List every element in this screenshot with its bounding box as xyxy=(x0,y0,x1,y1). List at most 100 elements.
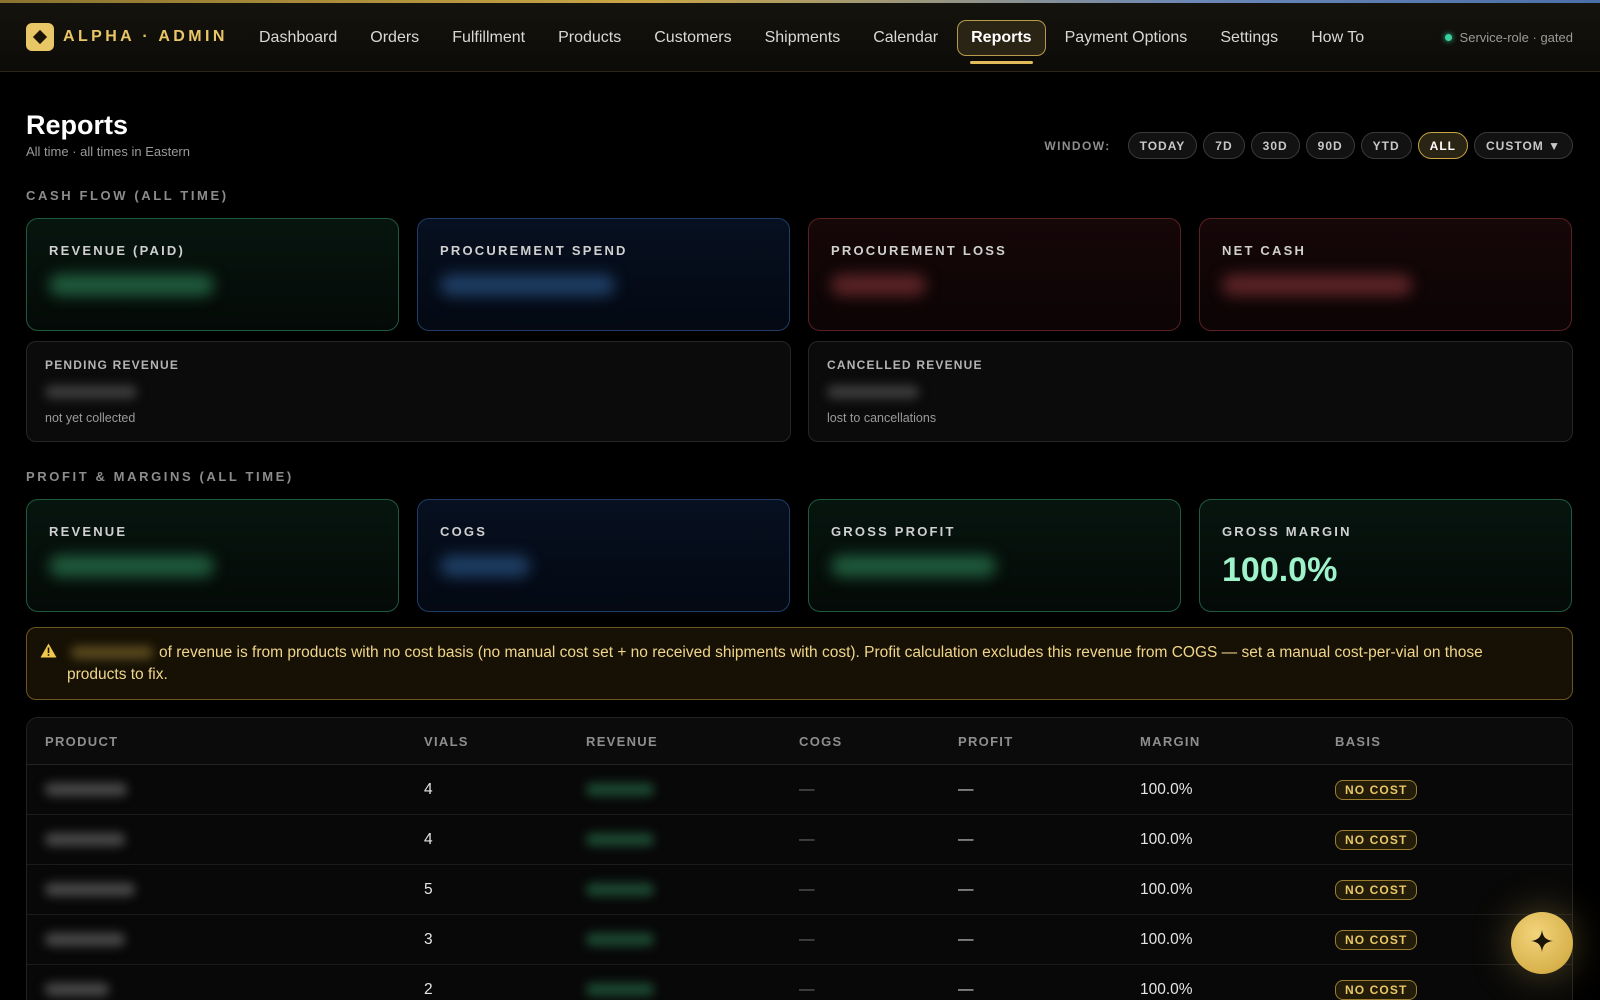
header-margin[interactable]: MARGIN xyxy=(1140,734,1335,749)
warning-icon xyxy=(40,643,57,665)
redacted-value xyxy=(586,833,654,846)
nav-dashboard[interactable]: Dashboard xyxy=(245,20,351,56)
nav-customers[interactable]: Customers xyxy=(640,20,745,56)
assistant-button[interactable] xyxy=(1511,912,1573,974)
cogs-cell: — xyxy=(799,930,815,948)
product-name xyxy=(27,933,424,946)
revenue-cell xyxy=(586,933,799,946)
cancelled-revenue-note: lost to cancellations xyxy=(827,411,937,425)
table-header: PRODUCT VIALS REVENUE COGS PROFIT MARGIN… xyxy=(27,718,1572,765)
redacted-value xyxy=(1222,274,1412,296)
header-product[interactable]: PRODUCT xyxy=(27,734,424,749)
redacted-value xyxy=(440,274,615,296)
margin-cell: 100.0% xyxy=(1140,880,1193,898)
card-cogs: COGS xyxy=(417,499,790,612)
header-basis[interactable]: BASIS xyxy=(1335,734,1572,749)
revenue-cell xyxy=(586,783,799,796)
window-today[interactable]: TODAY xyxy=(1127,132,1198,159)
no-cost-badge: NO COST xyxy=(1335,929,1418,950)
no-cost-badge: NO COST xyxy=(1335,979,1418,1000)
page-subtitle: All time · all times in Eastern xyxy=(26,144,190,159)
revenue-cell xyxy=(586,983,799,996)
brand[interactable]: ALPHA · ADMIN xyxy=(26,23,246,51)
product-name xyxy=(27,833,424,846)
margin-cell: 100.0% xyxy=(1140,830,1193,848)
status-dot-icon xyxy=(1444,34,1452,41)
card-gross-profit: GROSS PROFIT xyxy=(808,499,1181,612)
cogs-cell: — xyxy=(799,980,815,998)
table-row[interactable]: 2 — — 100.0% NO COST xyxy=(27,965,1572,1000)
cash-flow-section-title: CASH FLOW (ALL TIME) xyxy=(26,188,229,203)
redacted-value xyxy=(45,983,109,996)
cogs-cell: — xyxy=(799,830,815,848)
no-cost-badge: NO COST xyxy=(1335,879,1418,900)
status-text: Service-role · gated xyxy=(1459,30,1573,45)
basis-cell: NO COST xyxy=(1335,779,1572,800)
table-row[interactable]: 5 — — 100.0% NO COST xyxy=(27,865,1572,915)
no-cost-badge: NO COST xyxy=(1335,829,1418,850)
basis-cell: NO COST xyxy=(1335,829,1572,850)
gross-margin-value: 100.0% xyxy=(1222,551,1338,589)
window-90d[interactable]: 90D xyxy=(1305,132,1355,159)
vials-cell: 4 xyxy=(424,780,433,798)
header-revenue[interactable]: REVENUE xyxy=(586,734,799,749)
top-navigation-bar: ALPHA · ADMIN Dashboard Orders Fulfillme… xyxy=(0,3,1600,72)
nav-fulfillment[interactable]: Fulfillment xyxy=(438,20,539,56)
nav-payment-options[interactable]: Payment Options xyxy=(1051,20,1202,56)
redacted-value xyxy=(45,883,135,896)
brand-name: ALPHA · ADMIN xyxy=(63,28,228,45)
window-custom-dropdown[interactable]: CUSTOM ▼ xyxy=(1474,132,1573,159)
card-label: REVENUE xyxy=(49,524,128,539)
redacted-value xyxy=(586,883,654,896)
pending-revenue-label: PENDING REVENUE xyxy=(45,358,180,372)
profit-cell: — xyxy=(958,830,974,848)
basis-cell: NO COST xyxy=(1335,979,1572,1000)
cancelled-revenue-label: CANCELLED REVENUE xyxy=(827,358,983,372)
window-30d[interactable]: 30D xyxy=(1250,132,1300,159)
window-all[interactable]: ALL xyxy=(1417,132,1468,159)
vials-cell: 3 xyxy=(424,930,433,948)
redacted-value xyxy=(45,783,127,796)
window-ytd[interactable]: YTD xyxy=(1360,132,1412,159)
nav-products[interactable]: Products xyxy=(544,20,635,56)
revenue-cell xyxy=(586,833,799,846)
redacted-value xyxy=(586,783,654,796)
revenue-cell xyxy=(586,883,799,896)
window-7d[interactable]: 7D xyxy=(1203,132,1245,159)
product-name xyxy=(27,983,424,996)
card-label: COGS xyxy=(440,524,488,539)
table-row[interactable]: 4 — — 100.0% NO COST xyxy=(27,765,1572,815)
basis-cell: NO COST xyxy=(1335,879,1572,900)
vials-cell: 5 xyxy=(424,880,433,898)
nav-reports[interactable]: Reports xyxy=(957,19,1046,64)
nav-orders[interactable]: Orders xyxy=(356,20,433,56)
nav-calendar[interactable]: Calendar xyxy=(859,20,952,56)
header-vials[interactable]: VIALS xyxy=(424,734,586,749)
main-nav: Dashboard Orders Fulfillment Products Cu… xyxy=(245,3,1383,72)
redacted-value xyxy=(45,933,125,946)
card-net-cash: NET CASH xyxy=(1199,218,1572,331)
card-label: GROSS PROFIT xyxy=(831,524,956,539)
redacted-value xyxy=(49,274,214,296)
cogs-cell: — xyxy=(799,780,815,798)
card-procurement-loss: PROCUREMENT LOSS xyxy=(808,218,1181,331)
table-row[interactable]: 3 — — 100.0% NO COST xyxy=(27,915,1572,965)
card-label: PROCUREMENT LOSS xyxy=(831,243,1008,258)
header-cogs[interactable]: COGS xyxy=(799,734,958,749)
redacted-value xyxy=(586,983,654,996)
nav-how-to[interactable]: How To xyxy=(1297,20,1378,56)
card-label: PROCUREMENT SPEND xyxy=(440,243,628,258)
page-title: Reports xyxy=(26,110,129,140)
redacted-value xyxy=(440,555,530,577)
pending-revenue-card: PENDING REVENUE not yet collected xyxy=(26,341,791,442)
cogs-cell: — xyxy=(799,880,815,898)
card-revenue-paid: REVENUE (PAID) xyxy=(26,218,399,331)
header-profit[interactable]: PROFIT xyxy=(958,734,1140,749)
warning-text: of revenue is from products with no cost… xyxy=(67,644,1483,683)
nav-settings[interactable]: Settings xyxy=(1206,20,1292,56)
card-label: GROSS MARGIN xyxy=(1222,524,1352,539)
nav-shipments[interactable]: Shipments xyxy=(751,20,855,56)
product-name xyxy=(27,783,424,796)
table-row[interactable]: 4 — — 100.0% NO COST xyxy=(27,815,1572,865)
product-profit-table: PRODUCT VIALS REVENUE COGS PROFIT MARGIN… xyxy=(26,717,1573,1000)
